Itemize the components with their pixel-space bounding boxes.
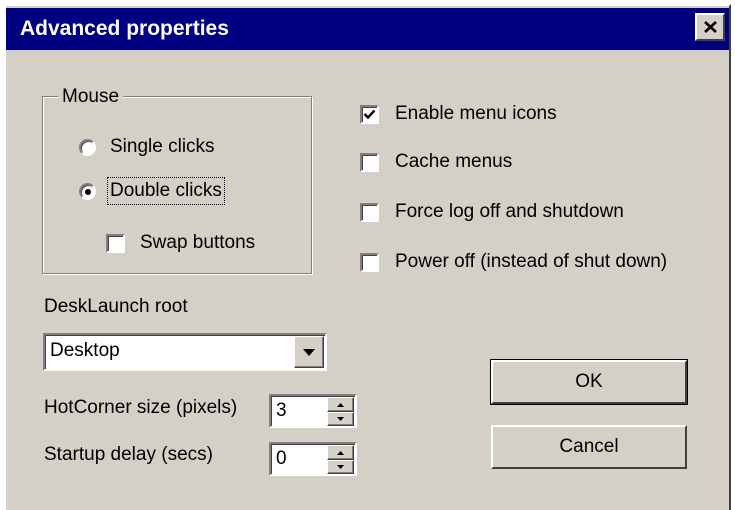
close-icon bbox=[704, 21, 717, 33]
spin-down-icon bbox=[337, 465, 344, 469]
enable-menu-icons-label[interactable]: Enable menu icons bbox=[395, 103, 557, 125]
spin-down-icon bbox=[337, 417, 344, 421]
startup-delay-label: Startup delay (secs) bbox=[44, 444, 213, 465]
check-mark-icon bbox=[363, 109, 376, 120]
cancel-button-label: Cancel bbox=[559, 436, 619, 457]
double-clicks-radio[interactable] bbox=[79, 183, 96, 200]
single-clicks-radio[interactable] bbox=[79, 139, 96, 156]
startup-delay-input[interactable]: 0 bbox=[269, 442, 357, 476]
close-button[interactable] bbox=[695, 13, 725, 41]
power-off-label[interactable]: Power off (instead of shut down) bbox=[395, 251, 667, 273]
cancel-button[interactable]: Cancel bbox=[491, 425, 687, 469]
spin-up-icon bbox=[337, 403, 344, 407]
hotcorner-spin-up[interactable] bbox=[327, 397, 354, 412]
window-title: Advanced properties bbox=[20, 17, 229, 40]
mouse-group-legend: Mouse bbox=[58, 86, 124, 108]
enable-menu-icons-checkbox[interactable] bbox=[360, 105, 379, 124]
double-clicks-label[interactable]: Double clicks bbox=[107, 177, 225, 205]
ok-button[interactable]: OK bbox=[490, 359, 688, 405]
hotcorner-size-label: HotCorner size (pixels) bbox=[44, 397, 238, 418]
desklaunch-root-value: Desktop bbox=[50, 340, 120, 361]
cache-menus-checkbox[interactable] bbox=[360, 153, 379, 172]
swap-buttons-label[interactable]: Swap buttons bbox=[140, 232, 255, 254]
spin-up-icon bbox=[337, 451, 344, 455]
force-logoff-checkbox[interactable] bbox=[360, 203, 379, 222]
ok-button-label: OK bbox=[575, 371, 603, 392]
desklaunch-root-label: DeskLaunch root bbox=[44, 296, 188, 317]
title-bar: Advanced properties bbox=[6, 8, 729, 50]
force-logoff-label[interactable]: Force log off and shutdown bbox=[395, 201, 624, 223]
power-off-checkbox[interactable] bbox=[360, 253, 379, 272]
hotcorner-size-value: 3 bbox=[276, 400, 287, 421]
startup-delay-spin-up[interactable] bbox=[327, 445, 354, 460]
hotcorner-size-input[interactable]: 3 bbox=[269, 394, 357, 428]
dropdown-button[interactable] bbox=[294, 336, 324, 368]
swap-buttons-checkbox[interactable] bbox=[106, 234, 125, 253]
radio-selected-dot bbox=[85, 189, 91, 195]
hotcorner-spin-down[interactable] bbox=[327, 412, 354, 426]
cache-menus-label[interactable]: Cache menus bbox=[395, 151, 512, 173]
single-clicks-label[interactable]: Single clicks bbox=[110, 136, 215, 158]
chevron-down-icon bbox=[303, 349, 315, 356]
startup-delay-spin-down[interactable] bbox=[327, 460, 354, 474]
desklaunch-root-select[interactable]: Desktop bbox=[43, 333, 327, 371]
startup-delay-value: 0 bbox=[276, 448, 287, 469]
